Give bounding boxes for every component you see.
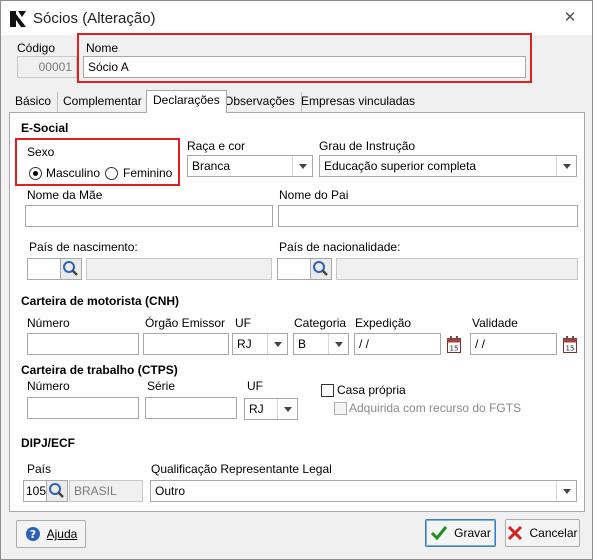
pais-nascimento-name-field — [86, 258, 272, 280]
cnh-numero-field[interactable] — [27, 333, 139, 355]
search-icon — [63, 261, 78, 276]
codigo-label: Código — [17, 41, 56, 55]
grau-select[interactable]: Educação superior completa — [319, 155, 577, 177]
pais-nacionalidade-name-field — [336, 258, 578, 280]
casa-propria-label[interactable]: Casa própria — [337, 383, 406, 397]
cnh-expedicao-field[interactable]: / / — [354, 333, 441, 355]
dipj-pais-code-field[interactable]: 105 — [23, 480, 47, 502]
chevron-down-icon[interactable] — [328, 334, 348, 354]
ctps-uf-value: RJ — [249, 402, 264, 416]
pais-nascimento-code-field[interactable] — [27, 258, 61, 280]
cnh-numero-label: Número — [27, 316, 70, 330]
ctps-serie-field[interactable] — [145, 397, 237, 419]
window-title: Sócios (Alteração) — [33, 10, 156, 27]
app-logo-icon — [9, 10, 27, 28]
casa-propria-checkbox[interactable] — [321, 384, 334, 397]
nome-mae-field[interactable] — [25, 205, 273, 227]
fgts-label: Adquirida com recurso do FGTS — [349, 401, 522, 415]
tab-basico[interactable]: Básico — [9, 92, 59, 112]
close-icon[interactable]: ✕ — [556, 7, 584, 29]
raca-select[interactable]: Branca — [187, 155, 313, 177]
fgts-checkbox — [334, 402, 347, 415]
nome-field[interactable]: Sócio A — [83, 56, 526, 78]
ctps-serie-label: Série — [147, 379, 176, 393]
tab-observacoes[interactable]: Observações — [218, 92, 302, 112]
cnh-categoria-value: B — [298, 337, 307, 351]
title-bar: Sócios (Alteração) ✕ — [1, 1, 592, 35]
tab-declaracoes[interactable]: Declarações — [146, 90, 227, 113]
cancel-button[interactable]: Cancelar — [505, 519, 580, 547]
tab-complementar[interactable]: Complementar — [57, 92, 149, 112]
chevron-down-icon[interactable] — [267, 334, 287, 354]
calendar-icon[interactable]: 15 — [447, 336, 461, 353]
ctps-numero-label: Número — [27, 379, 70, 393]
pais-nacionalidade-label: País de nacionalidade: — [279, 240, 401, 254]
qualificacao-label: Qualificação Representante Legal — [151, 462, 332, 476]
cnh-validade-field[interactable]: / / — [470, 333, 557, 355]
ctps-uf-label: UF — [247, 379, 263, 393]
chevron-down-icon[interactable] — [556, 156, 576, 176]
socios-dialog: Sócios (Alteração) ✕ Código 00001 Nome S… — [0, 0, 593, 560]
nome-pai-field[interactable] — [278, 205, 578, 227]
nome-pai-label: Nome do Pai — [279, 188, 349, 202]
calendar-icon[interactable]: 15 — [563, 336, 577, 353]
cnh-validade-label: Validade — [472, 316, 518, 330]
svg-text:15: 15 — [566, 345, 575, 353]
cnh-uf-select[interactable]: RJ — [232, 333, 288, 355]
sexo-masculino-radio[interactable] — [29, 167, 42, 180]
sexo-masculino-label[interactable]: Masculino — [46, 166, 100, 180]
cancel-button-label: Cancelar — [529, 526, 578, 540]
pais-nacionalidade-search-button[interactable] — [310, 258, 332, 280]
close-icon — [508, 525, 523, 541]
esocial-section-title: E-Social — [21, 121, 69, 135]
chevron-down-icon[interactable] — [292, 156, 312, 176]
ctps-section-title: Carteira de trabalho (CTPS) — [21, 363, 178, 377]
chevron-down-icon[interactable] — [277, 399, 297, 419]
cnh-orgao-field[interactable] — [143, 333, 229, 355]
nome-mae-label: Nome da Mãe — [27, 188, 103, 202]
cnh-orgao-label: Órgão Emissor — [145, 316, 226, 330]
qualificacao-value: Outro — [155, 484, 186, 498]
cnh-uf-label: UF — [235, 316, 251, 330]
help-icon: ? — [25, 527, 40, 541]
raca-label: Raça e cor — [187, 139, 246, 153]
sexo-feminino-label[interactable]: Feminino — [123, 166, 172, 180]
nome-label: Nome — [86, 41, 119, 55]
raca-value: Branca — [192, 159, 231, 173]
qualificacao-select[interactable]: Outro — [150, 480, 577, 502]
grau-value: Educação superior completa — [324, 159, 477, 173]
ctps-uf-select[interactable]: RJ — [244, 398, 298, 420]
cnh-section-title: Carteira de motorista (CNH) — [21, 294, 180, 308]
tab-empresas-vinculadas[interactable]: Empresas vinculadas — [295, 92, 421, 112]
search-icon — [49, 483, 64, 498]
pais-nascimento-label: País de nascimento: — [29, 240, 138, 254]
cnh-categoria-label: Categoria — [294, 316, 347, 330]
save-button-label: Gravar — [454, 526, 491, 540]
pais-nacionalidade-code-field[interactable] — [277, 258, 311, 280]
svg-text:15: 15 — [450, 345, 459, 353]
cnh-expedicao-label: Expedição — [355, 316, 412, 330]
sexo-feminino-radio[interactable] — [105, 167, 118, 180]
ctps-numero-field[interactable] — [27, 397, 139, 419]
pais-nascimento-search-button[interactable] — [60, 258, 82, 280]
dipj-section-title: DIPJ/ECF — [21, 436, 76, 450]
dipj-pais-label: País — [27, 462, 52, 476]
cnh-categoria-select[interactable]: B — [293, 333, 349, 355]
help-button[interactable]: ? Ajuda — [16, 520, 86, 548]
grau-label: Grau de Instrução — [319, 139, 416, 153]
sexo-label: Sexo — [27, 145, 55, 159]
help-button-label: Ajuda — [46, 527, 78, 541]
checkmark-icon — [431, 526, 448, 541]
chevron-down-icon[interactable] — [556, 481, 576, 501]
dipj-pais-name-field: BRASIL — [69, 480, 143, 502]
svg-text:?: ? — [29, 528, 35, 541]
dipj-pais-search-button[interactable] — [46, 480, 68, 502]
save-button[interactable]: Gravar — [425, 519, 496, 547]
cnh-uf-value: RJ — [237, 337, 252, 351]
search-icon — [313, 261, 328, 276]
codigo-field[interactable]: 00001 — [17, 56, 77, 78]
